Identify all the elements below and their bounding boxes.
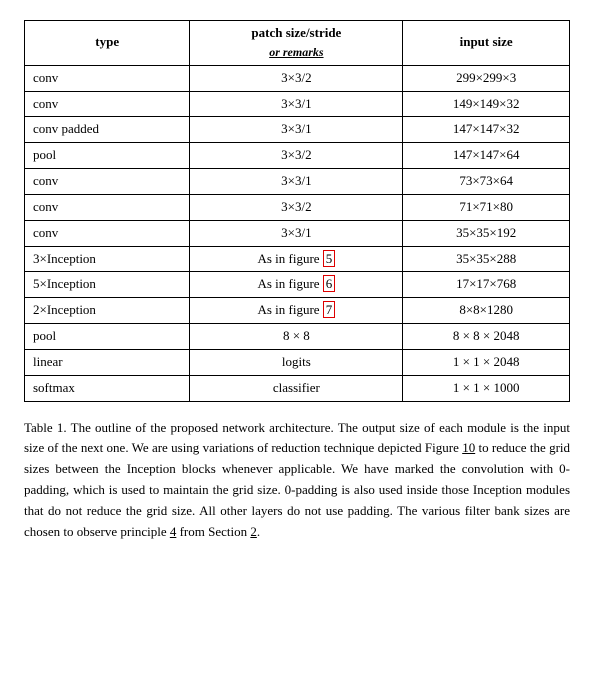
cell-type: conv <box>25 91 190 117</box>
col-header-type: type <box>25 21 190 66</box>
cell-type: pool <box>25 324 190 350</box>
figure-ref: 5 <box>323 250 336 267</box>
cell-patch: logits <box>190 349 403 375</box>
col-header-patch: patch size/stride or remarks <box>190 21 403 66</box>
cell-input: 147×147×32 <box>403 117 570 143</box>
cell-input: 17×17×768 <box>403 272 570 298</box>
cell-patch: 3×3/2 <box>190 143 403 169</box>
cell-input: 299×299×3 <box>403 65 570 91</box>
figure-ref: 6 <box>323 275 336 292</box>
cell-input: 147×147×64 <box>403 143 570 169</box>
table-row: conv padded3×3/1147×147×32 <box>25 117 570 143</box>
cell-type: conv padded <box>25 117 190 143</box>
cell-input: 1 × 1 × 2048 <box>403 349 570 375</box>
cell-patch: 3×3/1 <box>190 169 403 195</box>
cell-type: pool <box>25 143 190 169</box>
cell-patch: As in figure 7 <box>190 298 403 324</box>
cell-patch: 3×3/1 <box>190 117 403 143</box>
cell-patch: As in figure 6 <box>190 272 403 298</box>
cell-input: 71×71×80 <box>403 194 570 220</box>
cell-input: 35×35×192 <box>403 220 570 246</box>
table-row: conv3×3/1149×149×32 <box>25 91 570 117</box>
cell-type: conv <box>25 220 190 246</box>
table-row: conv3×3/2299×299×3 <box>25 65 570 91</box>
table-row: 5×InceptionAs in figure 617×17×768 <box>25 272 570 298</box>
cell-type: conv <box>25 169 190 195</box>
cell-input: 8×8×1280 <box>403 298 570 324</box>
table-row: 3×InceptionAs in figure 535×35×288 <box>25 246 570 272</box>
cell-type: softmax <box>25 375 190 401</box>
cell-input: 149×149×32 <box>403 91 570 117</box>
cell-type: 3×Inception <box>25 246 190 272</box>
cell-patch: 3×3/1 <box>190 91 403 117</box>
cell-patch: 3×3/1 <box>190 220 403 246</box>
cell-patch: As in figure 5 <box>190 246 403 272</box>
figure-ref: 7 <box>323 301 336 318</box>
cell-patch: 8 × 8 <box>190 324 403 350</box>
cell-input: 73×73×64 <box>403 169 570 195</box>
cell-input: 1 × 1 × 1000 <box>403 375 570 401</box>
cell-type: 5×Inception <box>25 272 190 298</box>
table-row: conv3×3/135×35×192 <box>25 220 570 246</box>
table-row: linearlogits1 × 1 × 2048 <box>25 349 570 375</box>
table-row: conv3×3/271×71×80 <box>25 194 570 220</box>
cell-patch: classifier <box>190 375 403 401</box>
cell-patch: 3×3/2 <box>190 194 403 220</box>
table-row: conv3×3/173×73×64 <box>25 169 570 195</box>
cell-type: conv <box>25 194 190 220</box>
table-row: pool3×3/2147×147×64 <box>25 143 570 169</box>
cell-type: conv <box>25 65 190 91</box>
table-row: 2×InceptionAs in figure 78×8×1280 <box>25 298 570 324</box>
cell-patch: 3×3/2 <box>190 65 403 91</box>
col-header-input: input size <box>403 21 570 66</box>
table-caption: Table 1. The outline of the proposed net… <box>24 418 570 543</box>
cell-type: 2×Inception <box>25 298 190 324</box>
cell-input: 35×35×288 <box>403 246 570 272</box>
architecture-table: type patch size/stride or remarks input … <box>24 20 570 402</box>
table-row: softmaxclassifier1 × 1 × 1000 <box>25 375 570 401</box>
cell-input: 8 × 8 × 2048 <box>403 324 570 350</box>
cell-type: linear <box>25 349 190 375</box>
table-row: pool8 × 88 × 8 × 2048 <box>25 324 570 350</box>
